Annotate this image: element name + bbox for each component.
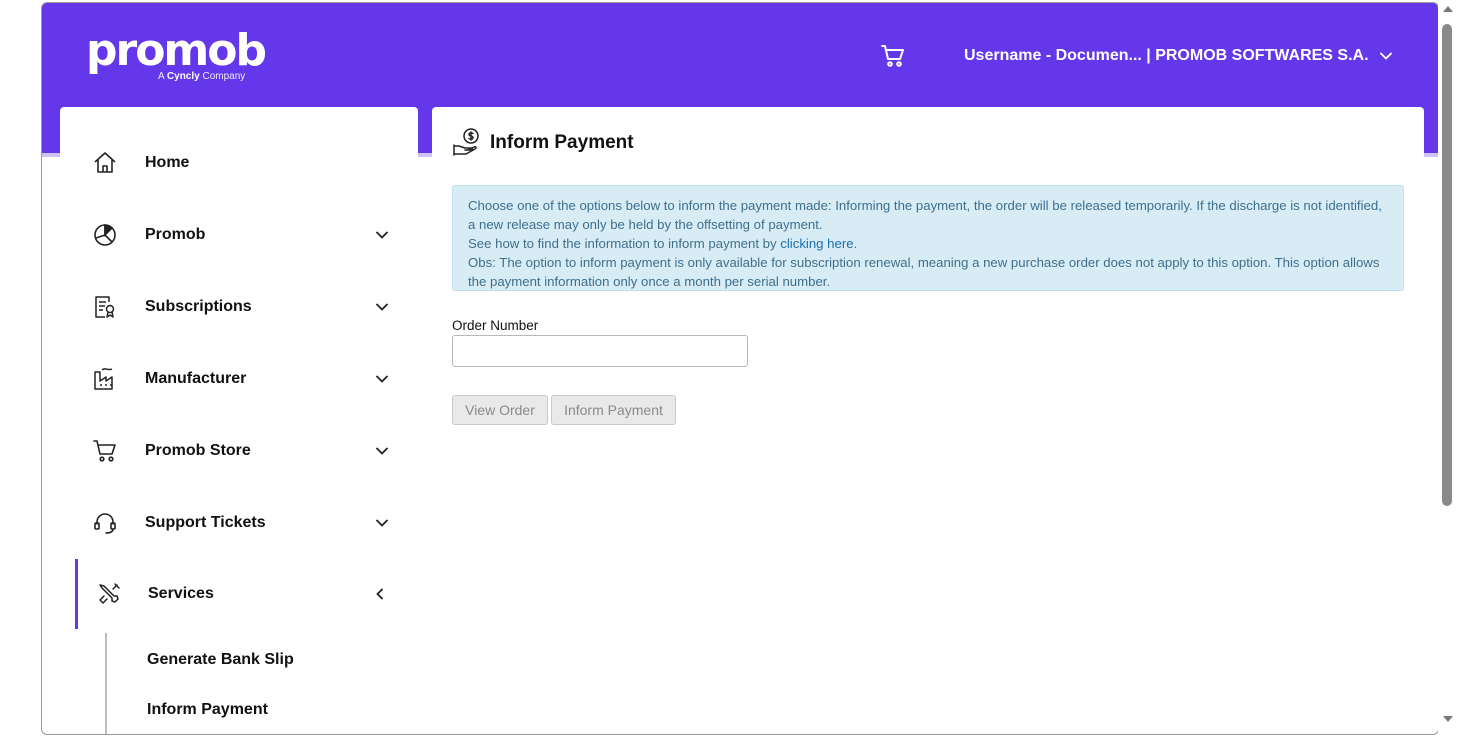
sidebar-item-support-tickets[interactable]: Support Tickets bbox=[60, 487, 418, 559]
chevron-left-icon bbox=[376, 588, 383, 600]
logo-tagline-suffix: Company bbox=[202, 71, 246, 82]
page-scrollbar[interactable] bbox=[1438, 0, 1458, 736]
sidebar-subitem-inform-payment[interactable]: Inform Payment bbox=[147, 701, 268, 719]
sidebar-item-promob-store[interactable]: Promob Store bbox=[60, 415, 418, 487]
info-link-suffix: . bbox=[853, 236, 858, 251]
scroll-up-arrow[interactable] bbox=[1443, 6, 1453, 12]
order-number-input[interactable] bbox=[452, 335, 748, 367]
logo-tagline: A Cyncly Company bbox=[158, 71, 245, 82]
scroll-down-arrow[interactable] bbox=[1443, 716, 1453, 722]
view-order-button[interactable]: View Order bbox=[452, 395, 548, 425]
sidebar-item-services[interactable]: Services bbox=[75, 559, 421, 629]
order-number-label: Order Number bbox=[452, 318, 539, 333]
sidebar-item-label: Subscriptions bbox=[145, 298, 252, 315]
payment-hand-icon bbox=[453, 128, 479, 156]
logo-tagline-prefix: A bbox=[158, 71, 165, 82]
sidebar-item-label: Support Tickets bbox=[145, 514, 266, 531]
main-content: Inform Payment Choose one of the options… bbox=[432, 107, 1424, 734]
cart-icon bbox=[93, 440, 116, 462]
sidebar: Home Promob Subscriptions Manufacturer P… bbox=[60, 107, 421, 734]
sidebar-item-label: Manufacturer bbox=[145, 370, 247, 387]
tools-icon bbox=[99, 583, 120, 604]
sidebar-item-home[interactable]: Home bbox=[60, 127, 418, 199]
chevron-down-icon bbox=[376, 519, 388, 527]
sidebar-item-label: Promob bbox=[145, 226, 206, 243]
sidebar-item-label: Promob Store bbox=[145, 442, 251, 459]
logo-wordmark: promob bbox=[86, 25, 267, 76]
sidebar-item-label: Services bbox=[148, 585, 214, 602]
info-text-line2: See how to find the information to infor… bbox=[468, 234, 1388, 253]
promob-icon bbox=[94, 224, 116, 246]
cart-icon[interactable] bbox=[880, 43, 906, 69]
user-account-menu[interactable]: Username - Documen... | PROMOB SOFTWARES… bbox=[964, 47, 1393, 65]
info-text-line3: Obs: The option to inform payment is onl… bbox=[468, 255, 1380, 289]
chevron-down-icon bbox=[376, 303, 388, 311]
promob-logo[interactable]: promob A Cyncly Company bbox=[86, 25, 267, 83]
inform-payment-button[interactable]: Inform Payment bbox=[551, 395, 676, 425]
page-title: Inform Payment bbox=[490, 132, 634, 153]
info-text-line1: Choose one of the options below to infor… bbox=[468, 198, 1382, 232]
chevron-down-icon bbox=[376, 375, 388, 383]
sidebar-item-promob[interactable]: Promob bbox=[60, 199, 418, 271]
sidebar-subitem-generate-bank-slip[interactable]: Generate Bank Slip bbox=[147, 651, 294, 669]
sidebar-item-manufacturer[interactable]: Manufacturer bbox=[60, 343, 418, 415]
scrollbar-thumb[interactable] bbox=[1442, 24, 1452, 506]
clicking-here-link[interactable]: clicking here bbox=[780, 236, 853, 251]
info-alert: Choose one of the options below to infor… bbox=[452, 185, 1404, 291]
headset-icon bbox=[94, 513, 116, 534]
sidebar-item-subscriptions[interactable]: Subscriptions bbox=[60, 271, 418, 343]
sidebar-item-label: Home bbox=[145, 154, 190, 171]
browser-frame: promob A Cyncly Company Username - Docum… bbox=[41, 2, 1439, 735]
home-icon bbox=[94, 152, 116, 173]
logo-tagline-brand: Cyncly bbox=[166, 71, 200, 82]
subscriptions-icon bbox=[95, 296, 115, 318]
chevron-down-icon bbox=[376, 447, 388, 455]
factory-icon bbox=[94, 368, 113, 390]
chevron-down-icon bbox=[376, 231, 388, 239]
submenu-divider bbox=[105, 633, 107, 734]
info-link-prefix: See how to find the information to infor… bbox=[468, 236, 777, 251]
chevron-down-icon bbox=[1379, 52, 1392, 60]
user-account-label: Username - Documen... | PROMOB SOFTWARES… bbox=[964, 47, 1369, 64]
